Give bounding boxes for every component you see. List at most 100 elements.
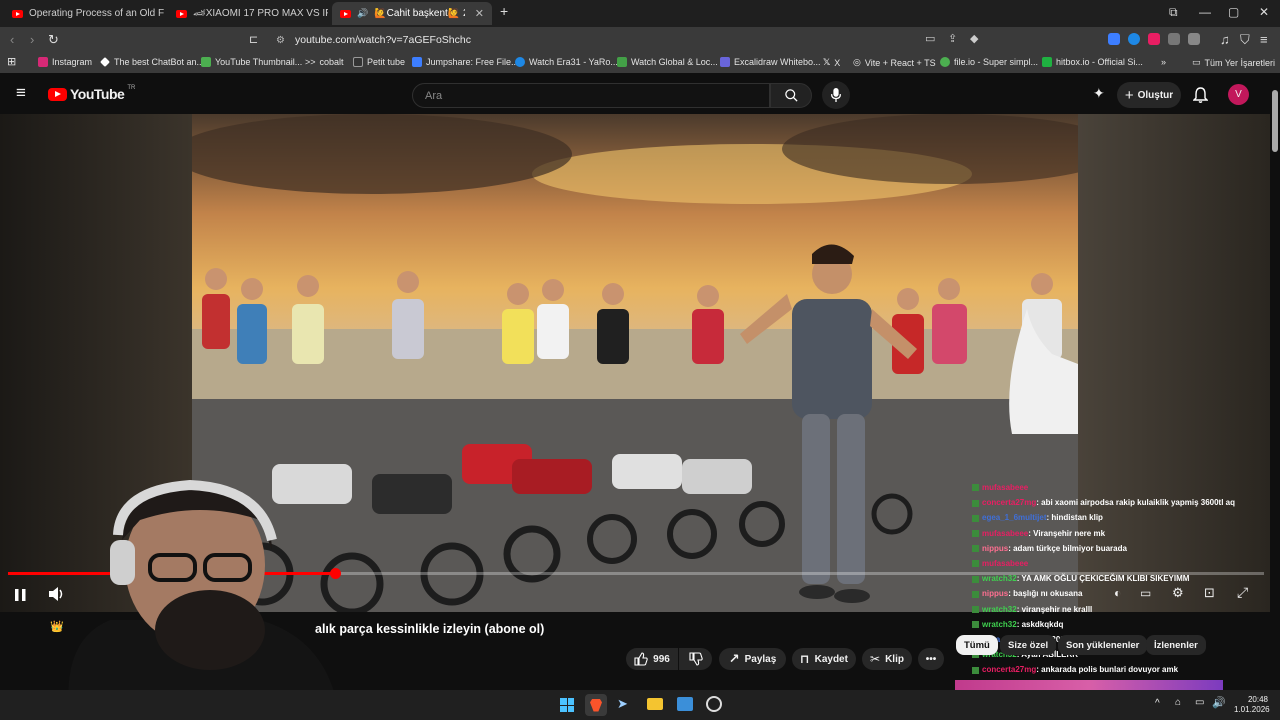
site-info-icon[interactable]: ⚙ bbox=[276, 35, 285, 46]
file-explorer-taskbar-icon[interactable] bbox=[647, 698, 663, 710]
app-taskbar-icon[interactable] bbox=[677, 697, 693, 711]
new-tab-button[interactable]: + bbox=[500, 3, 508, 19]
vpn-icon[interactable]: ⛉ bbox=[1240, 32, 1250, 48]
minimize-button[interactable]: — bbox=[1199, 5, 1211, 19]
chip-label: İzlenenler bbox=[1154, 639, 1198, 651]
save-button[interactable]: ⊓ Kaydet bbox=[792, 648, 856, 670]
back-icon[interactable]: ‹ bbox=[10, 32, 14, 47]
sidebar-icon[interactable] bbox=[1188, 33, 1200, 45]
page-scrollbar[interactable] bbox=[1272, 90, 1278, 152]
clip-button[interactable]: ✂ Klip bbox=[862, 648, 912, 670]
windows-taskbar: ➤ ^ ⌂ ▭ 🔊 20:48 1.01.2026 bbox=[0, 690, 1280, 720]
bookmark-yt-thumbnail[interactable]: YouTube Thumbnail... bbox=[201, 57, 302, 67]
chip-watched[interactable]: İzlenenler bbox=[1146, 635, 1206, 655]
cast-icon[interactable]: ▭ bbox=[925, 32, 935, 45]
youtube-favicon-icon bbox=[340, 9, 351, 18]
bookmark-cobalt[interactable]: >> cobalt bbox=[305, 57, 344, 67]
tab-3-active[interactable]: 🔊 🙋Cahit başkent🙋 2019 Ay ✕ bbox=[332, 2, 492, 25]
tab-2[interactable]: 🏎XIAOMI 17 PRO MAX VS IPHO bbox=[168, 2, 328, 25]
more-bookmarks-icon[interactable]: » bbox=[1161, 57, 1166, 67]
url-text: youtube.com/watch?v=7aGEFoShchc bbox=[295, 34, 471, 46]
search-input[interactable]: Ara bbox=[412, 83, 770, 108]
chat-text: : ankarada polis bunlari dovuyor amk bbox=[1036, 665, 1179, 675]
extension-4-icon[interactable] bbox=[1168, 33, 1180, 45]
url-field[interactable]: ⚙ youtube.com/watch?v=7aGEFoShchc bbox=[270, 30, 990, 50]
chat-badge-icon bbox=[972, 499, 979, 507]
close-window-button[interactable]: ✕ bbox=[1259, 5, 1269, 19]
extension-3-icon[interactable] bbox=[1148, 33, 1160, 45]
bookmark-excalidraw[interactable]: Excalidraw Whitebo... bbox=[720, 57, 821, 67]
bookmark-hitbox[interactable]: hitbox.io - Official Si... bbox=[1042, 57, 1143, 67]
network-icon[interactable]: ⌂ bbox=[1175, 697, 1181, 708]
avatar[interactable]: V bbox=[1228, 84, 1249, 105]
dislike-button[interactable] bbox=[679, 648, 712, 670]
tab-title: Operating Process of an Old Fashione bbox=[29, 8, 164, 19]
search-button[interactable] bbox=[770, 83, 812, 108]
share-label: Paylaş bbox=[744, 653, 777, 665]
chat-badge-icon bbox=[972, 484, 979, 492]
youtube-extension-icon[interactable]: ✦ bbox=[1093, 85, 1105, 102]
bookmark-vite[interactable]: ◎ Vite + React + TS bbox=[853, 57, 936, 68]
windows-start-icon[interactable] bbox=[560, 698, 574, 712]
close-tab-icon[interactable]: ✕ bbox=[475, 7, 484, 20]
shield-icon[interactable]: ◆ bbox=[970, 32, 978, 45]
bookmark-jumpshare[interactable]: Jumpshare: Free File... bbox=[412, 57, 519, 67]
bookmark-label: Petit tube bbox=[367, 57, 406, 67]
bookmark-all[interactable]: ▭ Tüm Yer İşaretleri bbox=[1192, 57, 1275, 68]
maximize-button[interactable]: ▢ bbox=[1228, 5, 1239, 19]
extension-2-icon[interactable] bbox=[1128, 33, 1140, 45]
notifications-bell-icon[interactable] bbox=[1193, 87, 1208, 103]
share-icon[interactable]: ⇪ bbox=[948, 32, 957, 45]
extension-1-icon[interactable] bbox=[1108, 33, 1120, 45]
volume-tray-icon[interactable]: 🔊 bbox=[1212, 696, 1226, 709]
clock[interactable]: 20:48 1.01.2026 bbox=[1234, 695, 1270, 715]
chat-text: : askdkqkdq bbox=[1016, 619, 1064, 629]
like-button[interactable]: 996 bbox=[626, 648, 678, 670]
create-button[interactable]: + Oluştur bbox=[1117, 82, 1181, 108]
more-actions-button[interactable]: ••• bbox=[918, 648, 944, 670]
bookmark-instagram[interactable]: Instagram bbox=[38, 57, 92, 67]
hamburger-menu-icon[interactable]: ≡ bbox=[16, 83, 26, 103]
chat-badge-icon bbox=[972, 621, 979, 629]
tab-1[interactable]: Operating Process of an Old Fashione bbox=[4, 2, 164, 25]
chat-username: concerta27mg bbox=[982, 665, 1037, 675]
bookmark-era31[interactable]: Watch Era31 - YaRo... bbox=[515, 57, 618, 67]
forward-icon[interactable]: › bbox=[30, 32, 34, 47]
bookmark-label: Watch Era31 - YaRo... bbox=[529, 57, 618, 67]
bookmark-x[interactable]: 𝕏X bbox=[823, 57, 840, 68]
bookmark-watch-global[interactable]: Watch Global & Loc... bbox=[617, 57, 718, 67]
thumbs-up-icon bbox=[634, 652, 648, 666]
bookmark-petit-tube[interactable]: Petit tube bbox=[353, 57, 405, 67]
chat-badge-icon bbox=[972, 605, 979, 613]
chat-text: : Viranşehir nere mk bbox=[1028, 528, 1106, 538]
instagram-icon bbox=[38, 57, 48, 67]
obs-taskbar-icon[interactable] bbox=[706, 696, 722, 712]
apps-grid-icon[interactable]: ⊞ bbox=[7, 55, 16, 68]
chip-all[interactable]: Tümü bbox=[956, 635, 998, 655]
chip-recently-uploaded[interactable]: Son yüklenenler bbox=[1058, 635, 1148, 655]
steam-taskbar-icon[interactable]: ➤ bbox=[617, 696, 628, 712]
menu-icon[interactable]: ≡ bbox=[1260, 32, 1268, 47]
bookmark-fileio[interactable]: file.io - Super simpl... bbox=[940, 57, 1038, 67]
chat-message: concerta27mg: abi xaomi airpodsa rakip k… bbox=[972, 495, 1272, 510]
chip-for-you[interactable]: Size özel bbox=[1000, 635, 1057, 655]
voice-search-button[interactable] bbox=[822, 81, 850, 109]
brave-browser-taskbar-icon[interactable] bbox=[585, 694, 607, 716]
reload-icon[interactable]: ↻ bbox=[48, 32, 59, 48]
tray-chevron-icon[interactable]: ^ bbox=[1155, 698, 1160, 709]
youtube-logo[interactable]: YouTube TR bbox=[48, 85, 135, 102]
bookmark-chatbot[interactable]: The best ChatBot an... bbox=[100, 57, 204, 67]
bookmark-page-icon[interactable]: ⊏ bbox=[249, 33, 258, 46]
music-icon[interactable]: ♫ bbox=[1220, 32, 1230, 47]
chat-message: nippus: adam türkçe bilmiyor buarada bbox=[972, 541, 1272, 556]
next-video-thumbnail-peek[interactable] bbox=[955, 680, 1223, 690]
monitor-icon[interactable]: ▭ bbox=[1195, 697, 1204, 708]
youtube-favicon-icon bbox=[12, 9, 23, 18]
chat-badge-icon bbox=[972, 529, 979, 537]
extensions-puzzle-icon[interactable]: ⧉ bbox=[1169, 5, 1178, 20]
microphone-icon bbox=[830, 88, 842, 102]
streamer-webcam bbox=[68, 480, 341, 720]
bookmark-label: cobalt bbox=[319, 57, 344, 67]
share-button[interactable]: ↗ Paylaş bbox=[719, 648, 786, 670]
hitbox-icon bbox=[1042, 57, 1052, 67]
